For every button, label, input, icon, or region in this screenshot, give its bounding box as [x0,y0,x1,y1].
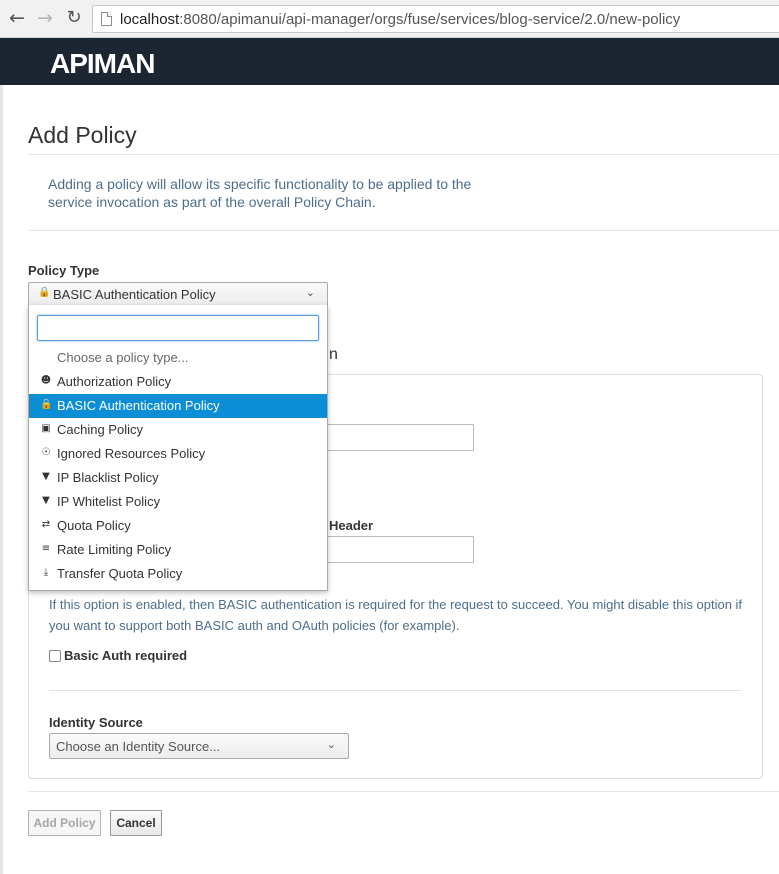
download-icon: ⤓ [43,567,49,578]
reload-icon[interactable]: ↻ [63,7,85,29]
option-label: BASIC Authentication Policy [57,398,220,413]
config-heading: n [329,346,338,363]
filter-icon: ▼ [42,495,50,506]
sliders-icon: ≡ [41,543,51,554]
basic-auth-help: If this option is enabled, then BASIC au… [49,597,743,633]
option-label: IP Blacklist Policy [57,470,159,485]
policy-type-selected: BASIC Authentication Policy [53,287,216,302]
url-path: :8080/apimanui/api-manager/orgs/fuse/ser… [179,11,681,28]
identity-source-value: Choose an Identity Source... [56,739,221,754]
lock-icon: 🔒 [38,287,51,298]
url-text: localhost:8080/apimanui/api-manager/orgs… [120,11,680,28]
policy-type-label: Policy Type [28,263,100,278]
add-policy-button[interactable]: Add Policy [28,810,101,836]
option-label: Quota Policy [57,518,131,533]
eye-slash-icon: ☉ [41,447,51,458]
option-label: Ignored Resources Policy [57,446,206,461]
address-bar[interactable]: localhost:8080/apimanui/api-manager/orgs… [92,5,779,33]
identity-source-label: Identity Source [49,715,143,730]
chevron-down-icon: ⌄ [305,286,315,299]
option-label: Rate Limiting Policy [57,542,172,557]
left-edge [0,85,3,874]
apiman-logo[interactable]: APIMAN [50,48,155,80]
basic-auth-checkbox[interactable] [49,650,61,662]
option-quota-policy[interactable]: ⇄ Quota Policy [29,514,327,538]
basic-auth-required-row[interactable]: Basic Auth required [49,648,187,663]
option-basic-authentication-policy[interactable]: 🔒 BASIC Authentication Policy [29,394,327,418]
option-label: IP Whitelist Policy [57,494,161,509]
forward-icon[interactable]: → [34,7,56,29]
chevron-down-icon: ⌄ [326,738,336,751]
users-icon: ☻ [40,375,52,386]
browser-toolbar: ← → ↻ localhost:8080/apimanui/api-manage… [0,0,779,38]
option-caching-policy[interactable]: ▣ Caching Policy [29,418,327,442]
url-host: localhost [120,11,180,28]
identity-source-select[interactable]: Choose an Identity Source... ⌄ [49,733,349,759]
option-ignored-resources-policy[interactable]: ☉ Ignored Resources Policy [29,442,327,466]
policy-type-select[interactable]: 🔒 BASIC Authentication Policy ⌄ [28,282,328,306]
intro-text: Adding a policy will allow its specific … [48,176,472,210]
option-authorization-policy[interactable]: ☻ Authorization Policy [29,370,327,394]
hdd-icon: ▣ [41,423,51,434]
policy-type-dropdown: Choose a policy type... ☻ Authorization … [28,305,328,591]
intro-divider [28,230,779,231]
forward-header-input[interactable] [318,536,474,563]
page-title: Add Policy [28,122,137,148]
realm-input[interactable] [318,424,474,451]
option-transfer-quota-policy[interactable]: ⤓ Transfer Quota Policy [29,562,327,586]
policy-search-input[interactable] [37,315,319,341]
cancel-button[interactable]: Cancel [110,810,162,836]
option-label: Caching Policy [57,422,143,437]
basic-auth-checkbox-label: Basic Auth required [64,648,188,663]
footer-divider [28,791,779,792]
back-icon[interactable]: ← [6,7,28,29]
option-label: Choose a policy type... [57,350,189,365]
option-label: Authorization Policy [57,374,172,389]
lock-icon: 🔒 [40,399,53,410]
option-placeholder[interactable]: Choose a policy type... [29,346,327,370]
option-rate-limiting-policy[interactable]: ≡ Rate Limiting Policy [29,538,327,562]
thumbs-down-icon: ▼ [42,471,50,482]
option-label: Transfer Quota Policy [57,566,183,581]
page-icon [101,12,112,26]
option-ip-whitelist-policy[interactable]: ▼ IP Whitelist Policy [29,490,327,514]
config-divider [49,690,741,691]
option-ip-blacklist-policy[interactable]: ▼ IP Blacklist Policy [29,466,327,490]
title-divider [28,154,779,155]
exchange-icon: ⇄ [41,519,51,530]
forward-header-label: Header [329,518,374,533]
